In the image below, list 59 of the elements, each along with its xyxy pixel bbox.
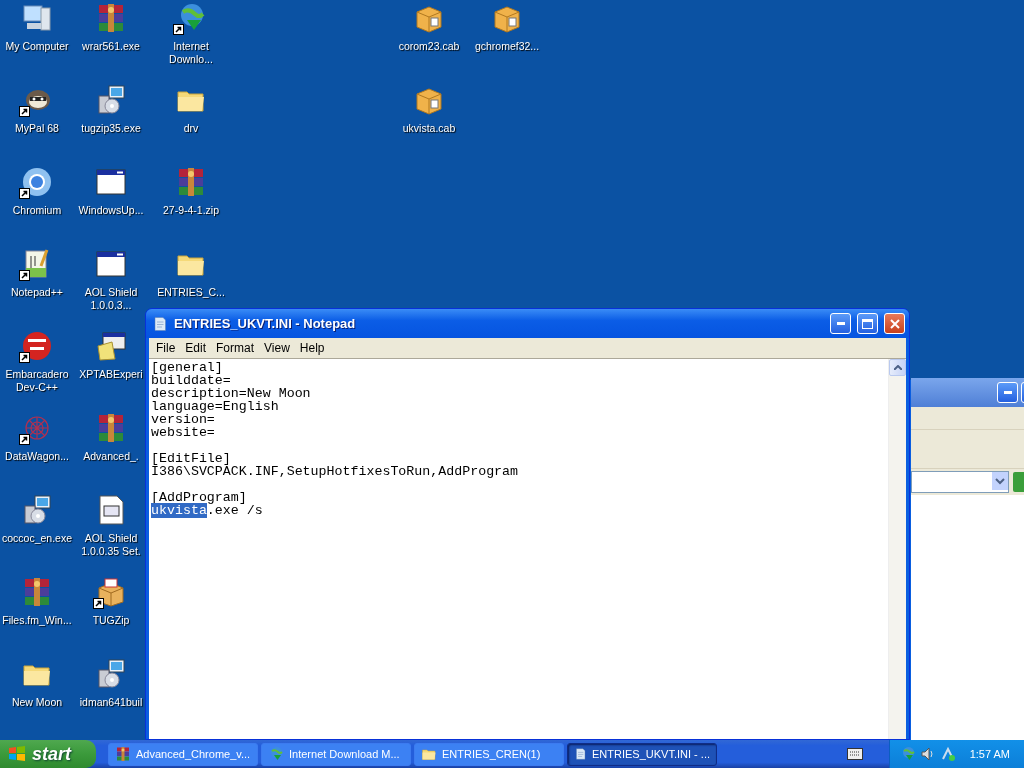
shortcut-arrow-icon [19, 106, 30, 117]
address-field[interactable] [911, 471, 1009, 493]
text-line: [general] [151, 360, 223, 375]
text-line: [EditFile] [151, 451, 231, 466]
menu-item[interactable]: Format [211, 339, 260, 357]
text-line: [AddProgram] [151, 490, 247, 505]
minimize-button[interactable] [830, 313, 851, 334]
window-icon [95, 166, 127, 198]
text-line: website= [151, 425, 215, 440]
keyboard-icon[interactable] [846, 748, 863, 760]
installer-icon [21, 494, 53, 526]
scrollbar[interactable] [888, 359, 906, 739]
text-line: description=New Moon [151, 386, 311, 401]
notepad-icon [152, 315, 168, 332]
shortcut-arrow-icon [173, 24, 184, 35]
text-line: I386\SVCPACK.INF,SetupHotfixesToRun,AddProgram [151, 464, 519, 479]
dropdown-icon [992, 472, 1008, 490]
taskbar-button[interactable]: ENTRIES_UKVT.INI - ... [567, 742, 717, 766]
speaker-icon[interactable] [919, 746, 936, 762]
menu-item[interactable]: Help [294, 339, 330, 357]
dev-icon [21, 330, 53, 362]
minimize-icon [836, 322, 845, 325]
browser-icon [21, 166, 53, 198]
menu-item[interactable]: Edit [180, 339, 212, 357]
minimize-button[interactable] [997, 382, 1018, 403]
shortcut-arrow-icon [19, 270, 30, 281]
notepad-icon [574, 746, 588, 762]
taskbar-button[interactable]: Advanced_Chrome_v... [108, 742, 258, 766]
menu-item[interactable]: View [259, 339, 295, 357]
globe-icon [268, 746, 284, 762]
box-icon [95, 576, 127, 608]
folder-icon [421, 746, 437, 762]
window-title: ENTRIES_UKVT.INI - Notepad [174, 316, 357, 331]
archive-icon [115, 746, 131, 762]
shortcut-arrow-icon [19, 434, 30, 445]
text-line: .exe /s [206, 503, 263, 518]
clock: 1:57 AM [969, 748, 1010, 760]
selected-text: ukvista [151, 503, 207, 518]
close-icon [889, 318, 900, 329]
close-button[interactable] [884, 313, 905, 334]
text-line: version= [151, 412, 215, 427]
taskbar-button[interactable]: Internet Download M... [261, 742, 411, 766]
menu-item[interactable]: File [151, 339, 181, 357]
shortcut-arrow-icon [93, 598, 104, 609]
computer-icon [21, 2, 53, 34]
shortcut-arrow-icon [19, 188, 30, 199]
window-icon [95, 248, 127, 280]
maximize-icon [862, 318, 873, 329]
shortcut-arrow-icon [19, 352, 30, 363]
maximize-button[interactable] [857, 313, 878, 334]
package-icon [95, 330, 127, 362]
text-line: builddate= [151, 373, 231, 388]
windows-logo-icon [8, 745, 26, 763]
minimize-icon [1003, 391, 1012, 394]
text-line: language=English [151, 399, 279, 414]
installer-icon [95, 658, 127, 690]
installer-icon [95, 84, 127, 116]
taskbar-button[interactable]: ENTRIES_CREN(1) [414, 742, 564, 766]
start-button[interactable]: start [0, 740, 96, 768]
